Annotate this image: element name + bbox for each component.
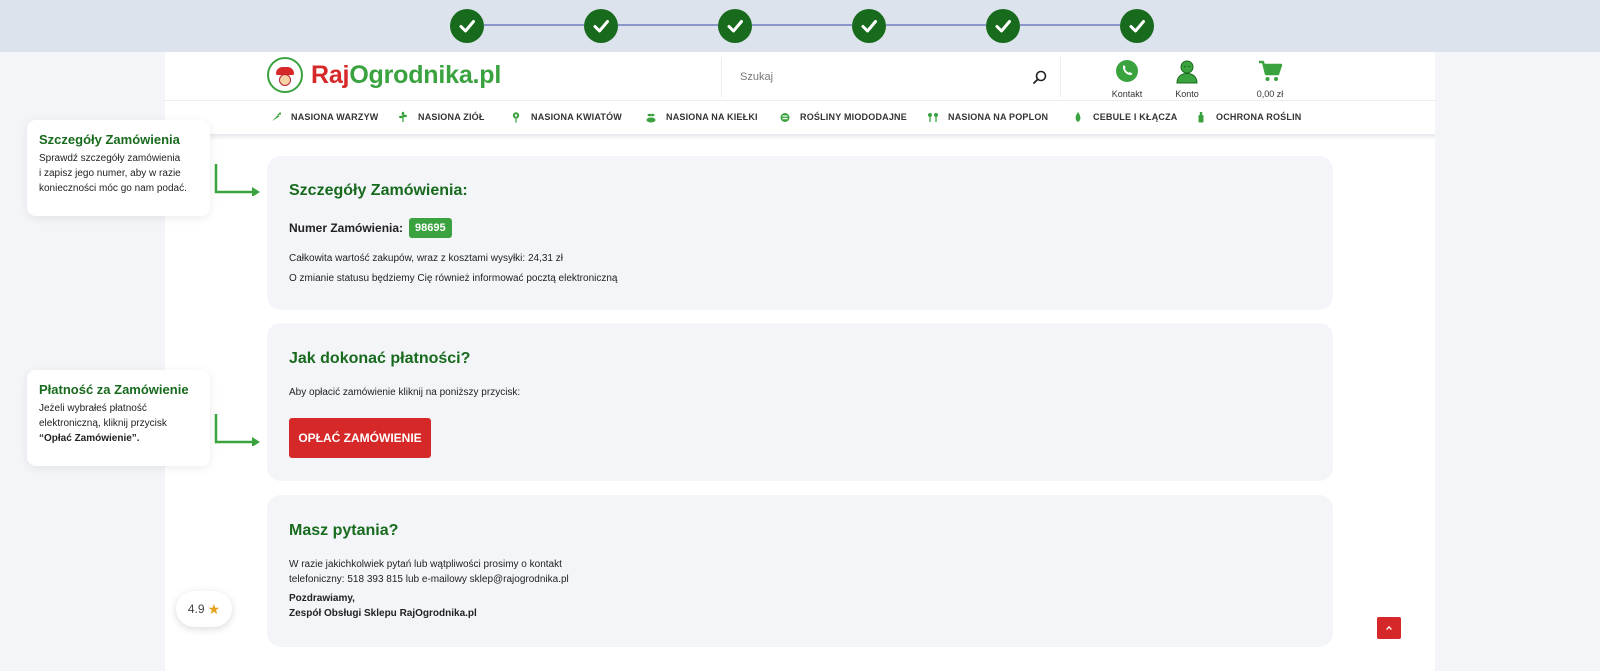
herb-icon xyxy=(399,111,407,122)
order-status-text: O zmianie statusu będziemy Cię również i… xyxy=(289,273,618,284)
checkmark-icon xyxy=(1129,20,1145,33)
rating-badge[interactable]: 4.9 ★ xyxy=(176,591,232,627)
order-total-text: Całkowita wartość zakupów, wraz z koszta… xyxy=(289,253,563,264)
card-title: Jak dokonać płatności? xyxy=(289,350,471,367)
shopping-cart-icon xyxy=(1259,60,1283,81)
progress-step-complete xyxy=(1120,9,1154,43)
hint-text: Sprawdź szczegóły zamówienia i zapisz je… xyxy=(39,153,187,194)
nav-item-bulbs-rhizomes[interactable]: CEBULE I KŁĄCZA xyxy=(1072,111,1178,123)
search-bar xyxy=(721,57,1061,97)
hint-title: Płatność za Zamówienie xyxy=(39,382,189,397)
category-nav: NASIONA WARZYW NASIONA ZIÓŁ NASIONA KWIA… xyxy=(165,103,1435,134)
user-avatar-icon xyxy=(1176,60,1198,84)
spray-bottle-icon xyxy=(1198,112,1204,123)
cart-button[interactable]: 0,00 zł xyxy=(1235,58,1305,99)
nav-item-cover-crop-seeds[interactable]: NASIONA NA POPLON xyxy=(927,111,1048,123)
account-button[interactable]: Konto xyxy=(1152,58,1222,99)
checkmark-icon xyxy=(861,20,877,33)
progress-connector xyxy=(752,24,852,26)
progress-connector xyxy=(484,24,584,26)
nav-item-sprouting-seeds[interactable]: NASIONA NA KIEŁKI xyxy=(645,111,758,123)
arrow-right-icon xyxy=(214,164,260,196)
sprout-icon xyxy=(646,113,656,123)
chevron-up-icon xyxy=(1386,625,1392,631)
carrot-icon xyxy=(272,112,281,121)
hint-text: Jeżeli wybrałeś płatność elektroniczną, … xyxy=(39,403,167,444)
search-input[interactable] xyxy=(740,68,1010,86)
cart-total: 0,00 zł xyxy=(1256,89,1284,99)
progress-step-complete xyxy=(450,9,484,43)
order-details-hint: Szczegóły Zamówienia Sprawdź szczegóły z… xyxy=(27,120,210,216)
checkout-progress xyxy=(0,0,1600,52)
nav-item-herb-seeds[interactable]: NASIONA ZIÓŁ xyxy=(397,111,485,123)
account-label: Konto xyxy=(1175,89,1199,99)
hint-title: Szczegóły Zamówienia xyxy=(39,132,180,147)
logo-text: RajOgrodnika.pl xyxy=(311,60,502,89)
gardener-mascot-icon xyxy=(267,57,303,93)
star-icon: ★ xyxy=(207,600,221,617)
progress-connector xyxy=(618,24,718,26)
rating-value: 4.9 xyxy=(187,602,205,616)
arrow-right-icon xyxy=(214,414,260,446)
checkmark-icon xyxy=(459,20,475,33)
checkmark-icon xyxy=(593,20,609,33)
payment-hint: Płatność za Zamówienie Jeżeli wybrałeś p… xyxy=(27,370,210,466)
nav-item-honey-plants[interactable]: ROŚLINY MIODODAJNE xyxy=(779,111,907,123)
progress-connector xyxy=(1020,24,1120,26)
progress-step-complete xyxy=(718,9,752,43)
bee-plant-icon xyxy=(780,113,790,122)
order-details-card: Szczegóły Zamówienia: Numer Zamówienia: … xyxy=(267,156,1333,310)
site-logo[interactable]: RajOgrodnika.pl xyxy=(267,57,501,93)
payment-card: Jak dokonać płatności? Aby opłacić zamów… xyxy=(267,323,1333,481)
nav-shadow xyxy=(165,134,1435,140)
scroll-to-top-button[interactable] xyxy=(1377,617,1401,639)
questions-card: Masz pytania? W razie jakichkolwiek pyta… xyxy=(267,495,1333,647)
nav-item-flower-seeds[interactable]: NASIONA KWIATÓW xyxy=(510,111,622,123)
order-number-badge: 98695 xyxy=(409,218,452,238)
pay-order-button[interactable]: OPŁAĆ ZAMÓWIENIE xyxy=(289,418,431,458)
checkmark-icon xyxy=(995,20,1011,33)
flower-icon xyxy=(512,112,520,123)
signature: Pozdrawiamy, Zespół Obsługi Sklepu RajOg… xyxy=(289,593,477,619)
progress-step-complete xyxy=(986,9,1020,43)
contact-info-text: W razie jakichkolwiek pytań lub wątpliwo… xyxy=(289,559,569,585)
search-icon[interactable] xyxy=(1031,68,1049,86)
bulb-icon xyxy=(1075,112,1081,122)
card-title: Masz pytania? xyxy=(289,522,399,539)
cover-crop-icon xyxy=(928,113,938,122)
progress-step-complete xyxy=(852,9,886,43)
checkmark-icon xyxy=(727,20,743,33)
nav-item-plant-protection[interactable]: OCHRONA ROŚLIN xyxy=(1195,111,1301,123)
header-divider xyxy=(165,100,1435,101)
payment-instruction: Aby opłacić zamówienie kliknij na poniżs… xyxy=(289,387,521,398)
card-title: Szczegóły Zamówienia: xyxy=(289,182,468,199)
progress-connector xyxy=(886,24,986,26)
whatsapp-icon xyxy=(1116,60,1138,82)
progress-step-complete xyxy=(584,9,618,43)
nav-item-vegetable-seeds[interactable]: NASIONA WARZYW xyxy=(270,111,378,123)
order-number-row: Numer Zamówienia: 98695 xyxy=(289,218,452,238)
